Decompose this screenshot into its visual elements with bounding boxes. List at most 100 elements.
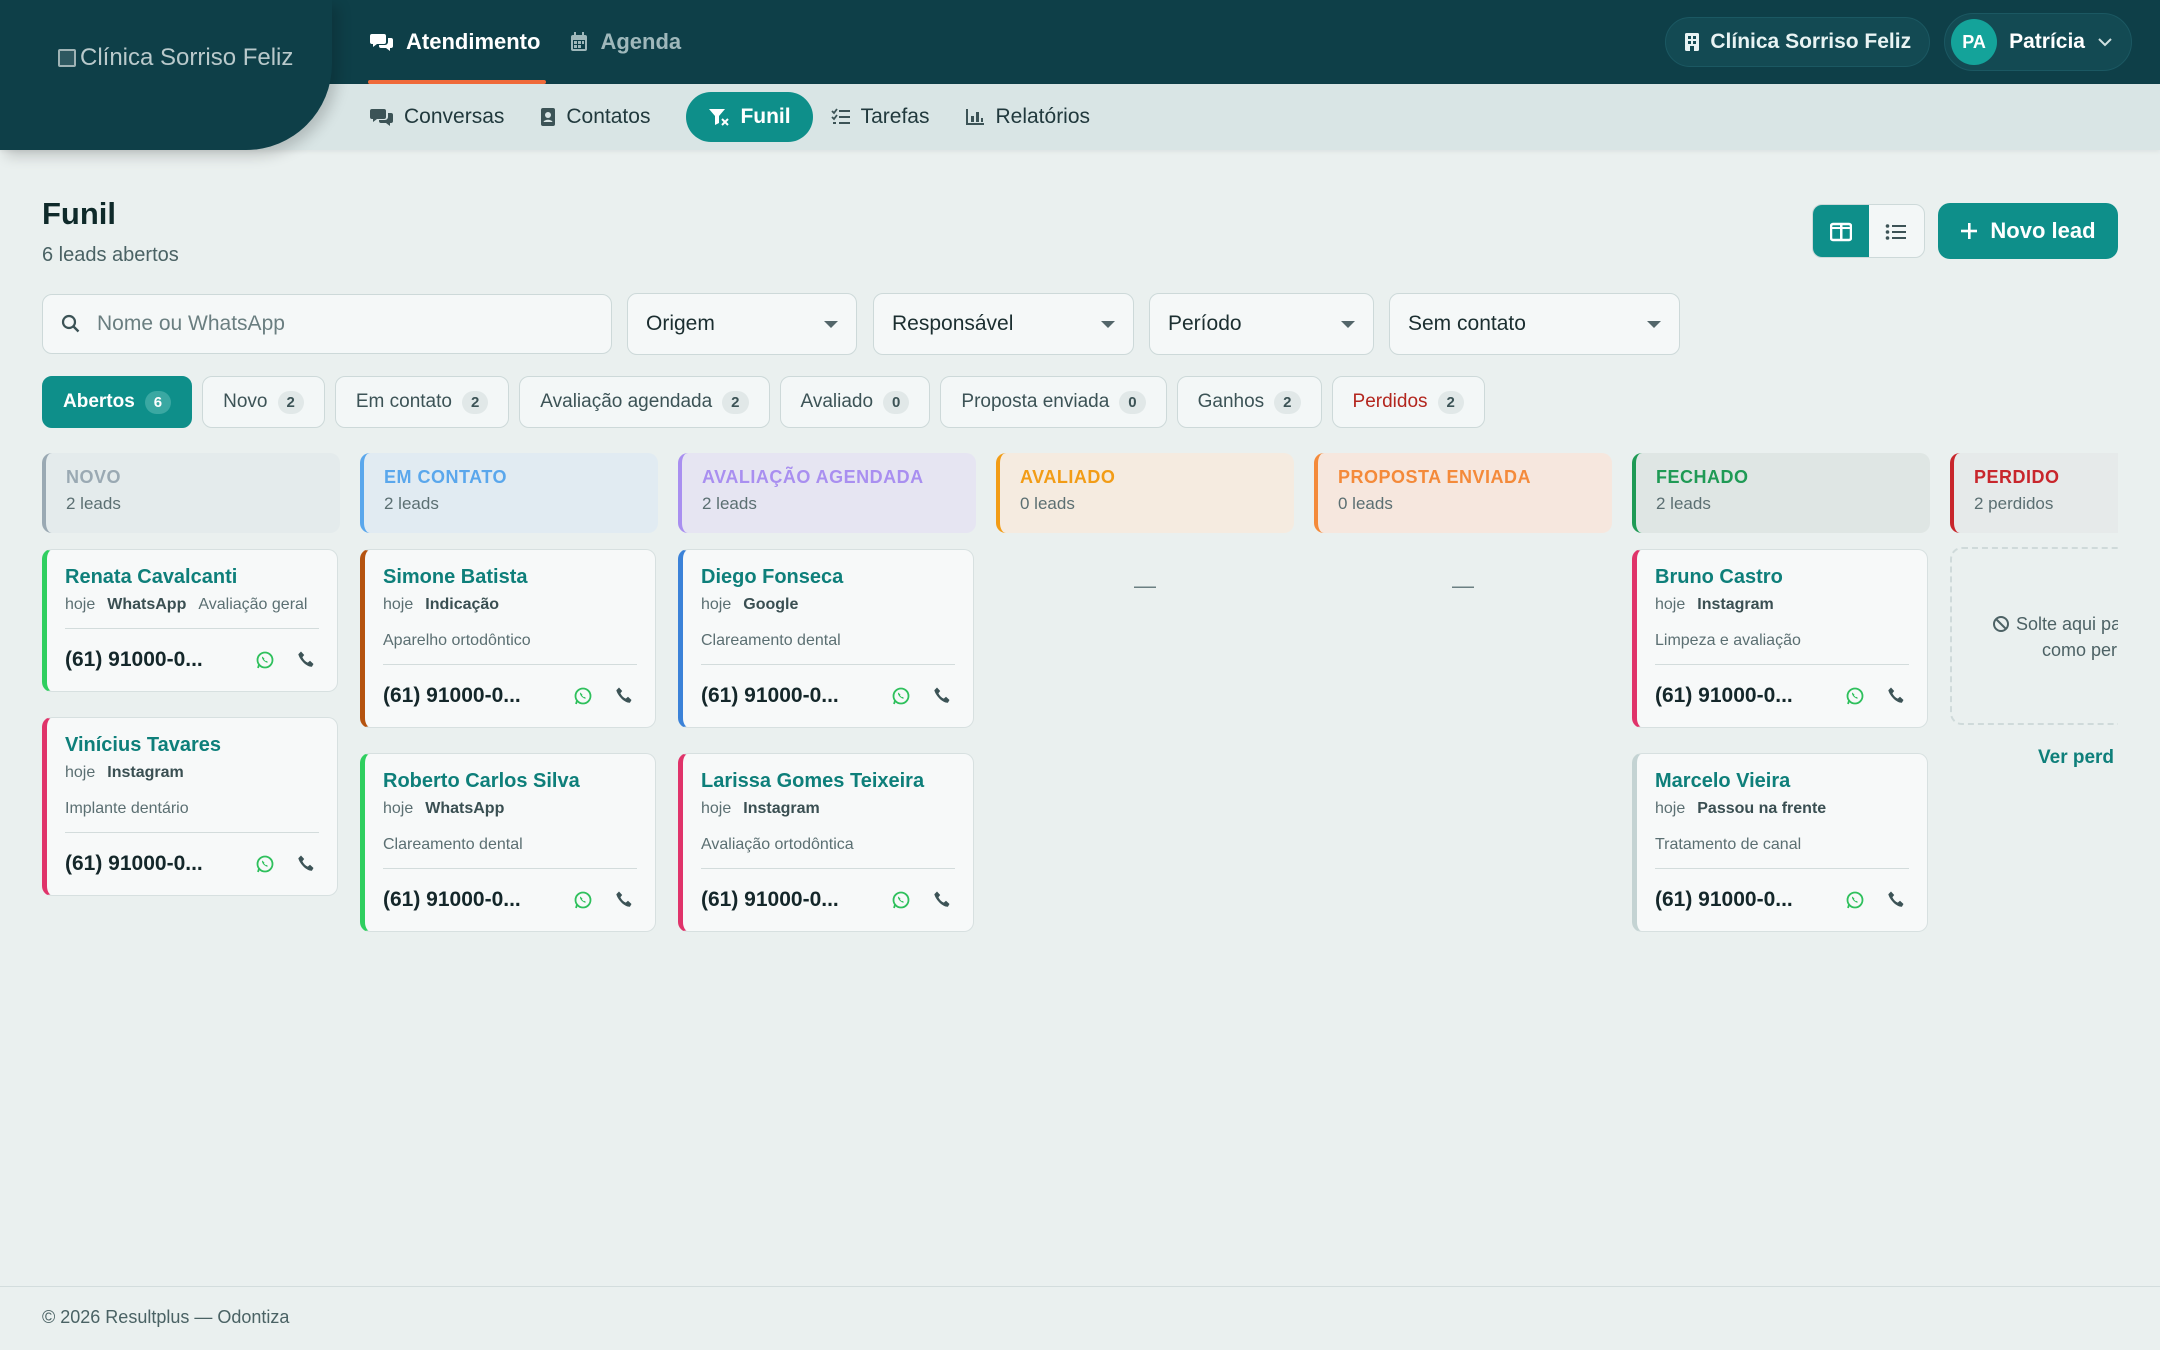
phone-icon[interactable] [1885,888,1909,912]
whatsapp-icon[interactable] [1843,888,1867,912]
new-lead-button[interactable]: Novo lead [1938,203,2118,259]
lead-card[interactable]: Bruno Castro hoje Instagram Limpeza e ava… [1632,549,1928,728]
lead-name[interactable]: Roberto Carlos Silva [383,770,637,793]
origem-select-label: Origem [646,312,715,335]
lead-card-footer: (61) 91000-0... [383,869,637,931]
sem-contato-select-label: Sem contato [1408,312,1526,335]
phone-icon[interactable] [295,648,319,672]
lead-meta: hoje Passou na frente [1655,800,1909,818]
chip-count: 2 [277,390,304,414]
lost-drop-zone[interactable]: Solte aqui pa como per [1950,547,2118,725]
clinic-selector[interactable]: Clínica Sorriso Feliz [1665,17,1931,67]
lead-card[interactable]: Vinícius Tavares hoje Instagram Implante … [42,717,338,896]
subnav-relatorios[interactable]: Relatórios [965,92,1108,142]
chip-novo[interactable]: Novo 2 [202,376,325,428]
nav-agenda-label: Agenda [600,29,682,54]
whatsapp-icon[interactable] [889,684,913,708]
kanban-view-button[interactable] [1813,205,1869,257]
chip-avaliado[interactable]: Avaliado 0 [779,376,931,428]
chip-count: 2 [1274,390,1301,414]
subnav-funil[interactable]: Funil [686,92,813,142]
chip-label: Avaliado [800,391,874,412]
chip-ganhos[interactable]: Ganhos 2 [1176,376,1322,428]
stage-filter-chips: Abertos 6 Novo 2 Em contato 2 Avaliação age… [42,376,1485,428]
chip-perdidos[interactable]: Perdidos 2 [1331,376,1485,428]
column-header: EM CONTATO 2 leads [360,453,658,533]
chip-label: Abertos [63,391,135,412]
list-view-button[interactable] [1869,205,1925,257]
chip-abertos[interactable]: Abertos 6 [42,376,193,428]
subnav-tarefas[interactable]: Tarefas [830,92,948,142]
chip-proposta-enviada[interactable]: Proposta enviada 0 [940,376,1167,428]
lead-source: Passou na frente [1697,800,1827,817]
lead-card[interactable]: Larissa Gomes Teixeira hoje Instagram Ava… [678,753,974,932]
sem-contato-select[interactable]: Sem contato [1389,293,1680,355]
search-input[interactable] [97,312,577,336]
phone-icon[interactable] [1885,684,1909,708]
lead-name[interactable]: Simone Batista [383,566,637,589]
lead-card[interactable]: Diego Fonseca hoje Google Clareamento den… [678,549,974,728]
lead-card[interactable]: Renata Cavalcanti hoje WhatsApp Avaliação … [42,549,338,692]
logo-area[interactable]: Clínica Sorriso Feliz [0,0,332,150]
lead-meta: hoje Google [701,596,955,614]
lead-source: Instagram [107,764,184,781]
lead-source: Google [743,596,799,613]
whatsapp-icon[interactable] [253,852,277,876]
list-icon [1885,224,1907,240]
responsavel-select-label: Responsável [892,312,1014,335]
subnav-conversas[interactable]: Conversas [370,92,522,142]
chip-em-contato[interactable]: Em contato 2 [334,376,510,428]
page-title: Funil [42,196,117,231]
column-header: PROPOSTA ENVIADA 0 leads [1314,453,1612,533]
lead-interest: Avaliação geral [198,596,308,613]
responsavel-select[interactable]: Responsável [873,293,1134,355]
whatsapp-icon[interactable] [571,888,595,912]
column-title: FECHADO [1656,467,1749,487]
lead-name[interactable]: Diego Fonseca [701,566,955,589]
lead-meta: hoje WhatsApp Avaliação geral [65,596,319,614]
chip-avaliacao-agendada[interactable]: Avaliação agendada 2 [519,376,770,428]
lead-card[interactable]: Roberto Carlos Silva hoje WhatsApp Clarea… [360,753,656,932]
column-title: NOVO [66,467,122,487]
drop-zone-text: Solte aqui pa [2016,614,2118,634]
columns-icon [1829,222,1852,242]
lead-name[interactable]: Marcelo Vieira [1655,770,1909,793]
phone-icon[interactable] [613,888,637,912]
lead-card[interactable]: Simone Batista hoje Indicação Aparelho or… [360,549,656,728]
phone-icon[interactable] [295,852,319,876]
phone-icon[interactable] [613,684,637,708]
lead-meta: hoje WhatsApp [383,800,637,818]
column-count: 0 leads [1020,494,1075,513]
lead-card[interactable]: Marcelo Vieira hoje Passou na frente Trat… [1632,753,1928,932]
user-menu[interactable]: PA Patrícia [1944,13,2132,71]
funnel-icon [709,109,730,126]
footer: © 2026 Resultplus — Odontiza [0,1286,2160,1350]
lead-name[interactable]: Vinícius Tavares [65,734,319,757]
whatsapp-icon[interactable] [1843,684,1867,708]
column-header: AVALIAÇÃO AGENDADA 2 leads [678,453,976,533]
chip-label: Ganhos [1197,391,1265,412]
subnav-conversas-label: Conversas [404,105,505,128]
lead-meta: hoje Instagram [65,764,319,782]
whatsapp-icon[interactable] [253,648,277,672]
see-lost-link[interactable]: Ver perd [2038,747,2114,769]
lead-source: WhatsApp [107,596,187,613]
nav-atendimento[interactable]: Atendimento [367,0,547,84]
subnav-funil-label: Funil [740,105,791,128]
nav-agenda[interactable]: Agenda [570,0,681,84]
column-count: 2 leads [702,494,757,513]
phone-icon[interactable] [931,888,955,912]
chip-count: 0 [1119,390,1146,414]
lead-name[interactable]: Larissa Gomes Teixeira [701,770,955,793]
whatsapp-icon[interactable] [571,684,595,708]
lead-name[interactable]: Renata Cavalcanti [65,566,319,589]
phone-icon[interactable] [931,684,955,708]
lead-name[interactable]: Bruno Castro [1655,566,1909,589]
clinic-logo[interactable]: Clínica Sorriso Feliz [58,44,293,72]
lead-source: Instagram [743,800,820,817]
origem-select[interactable]: Origem [627,293,857,355]
broken-image-icon [58,49,76,67]
periodo-select[interactable]: Período [1149,293,1374,355]
subnav-contatos[interactable]: Contatos [540,92,668,142]
whatsapp-icon[interactable] [889,888,913,912]
